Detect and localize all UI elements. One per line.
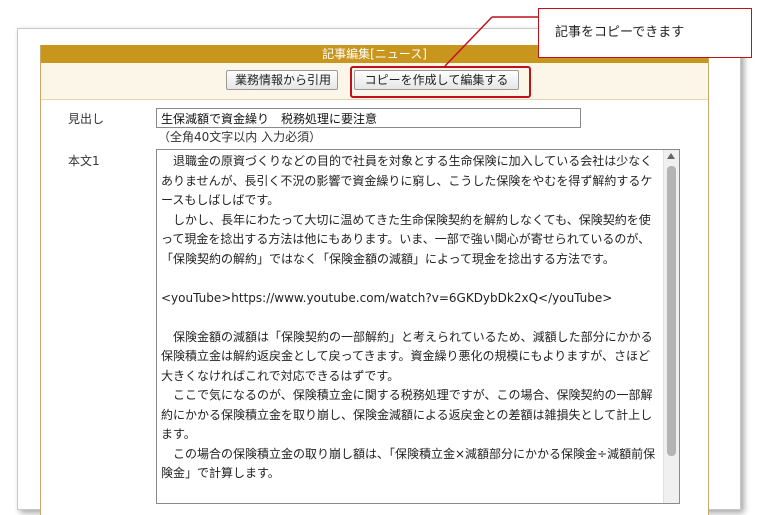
headline-hint: （全角40文字以内 入力必須） <box>158 130 322 144</box>
scroll-up-icon[interactable] <box>667 153 675 159</box>
headline-label: 見出し <box>68 112 105 126</box>
callout-box: 記事をコピーできます <box>538 8 752 58</box>
body-textarea[interactable]: 退職金の原資づくりなどの目的で社員を対象とする生命保険に加入している会社は少なく… <box>156 149 680 504</box>
body-label: 本文1 <box>68 154 100 168</box>
scroll-thumb[interactable] <box>667 166 676 456</box>
copy-button-highlight <box>350 66 531 98</box>
quote-from-business-info-button[interactable]: 業務情報から引用 <box>226 70 338 90</box>
body-text: 退職金の原資づくりなどの目的で社員を対象とする生命保険に加入している会社は少なく… <box>161 154 656 480</box>
headline-input[interactable] <box>156 108 581 128</box>
body-scrollbar[interactable] <box>663 150 679 503</box>
